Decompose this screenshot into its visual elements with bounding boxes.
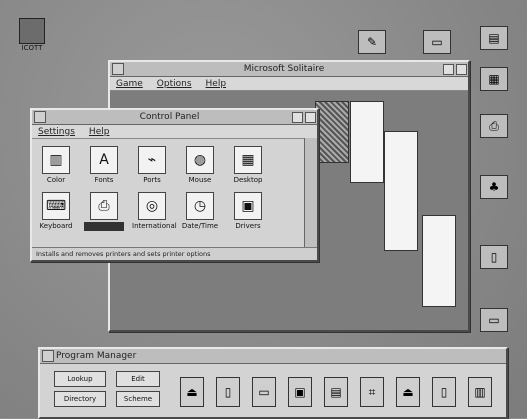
document-icon[interactable]: ▯ (216, 377, 240, 407)
eject-icon[interactable]: ⏏ (180, 377, 204, 407)
deck-card[interactable] (315, 101, 349, 163)
chart-icon[interactable]: ▤ (324, 377, 348, 407)
minimize-icon[interactable] (292, 111, 303, 123)
image-icon[interactable]: ▣ (288, 377, 312, 407)
program-icon (19, 18, 45, 44)
scheme-button[interactable]: Scheme (116, 391, 160, 407)
solitaire-titlebar[interactable]: Microsoft Solitaire (110, 62, 468, 77)
control-panel-menubar: Settings Help (32, 125, 317, 139)
menu-help[interactable]: Help (206, 79, 227, 89)
minimize-icon[interactable] (443, 63, 454, 75)
international-icon: ◎ (138, 192, 166, 220)
tableau-card[interactable] (350, 101, 384, 183)
window-icon[interactable]: ▭ (480, 308, 508, 332)
cp-item-fonts[interactable]: A Fonts (84, 146, 124, 184)
menu-help[interactable]: Help (89, 127, 110, 137)
system-menu-icon[interactable] (42, 350, 54, 362)
control-panel-items: ▥ Color A Fonts ⌁ Ports ◍ Mouse ▦ Deskto… (32, 140, 303, 248)
file-icon[interactable]: ▯ (480, 245, 508, 269)
cp-item-mouse[interactable]: ◍ Mouse (180, 146, 220, 184)
tool-icon[interactable]: ⌗ (360, 377, 384, 407)
top-left-desktop-icon[interactable]: ICOTT (18, 18, 46, 56)
solitaire-title: Microsoft Solitaire (243, 64, 325, 74)
cp-item-printers[interactable]: ⎙ (84, 192, 124, 231)
cp-item-datetime[interactable]: ◷ Date/Time (180, 192, 220, 230)
cp-item-desktop[interactable]: ▦ Desktop (228, 146, 268, 184)
menu-settings[interactable]: Settings (38, 127, 75, 137)
folder-icon[interactable]: ▭ (423, 30, 451, 54)
menu-game[interactable]: Game (116, 79, 143, 89)
cp-item-ports[interactable]: ⌁ Ports (132, 146, 172, 184)
program-manager-window: Program Manager Lookup Edit Directory Sc… (38, 347, 508, 419)
edit-button[interactable]: Edit (116, 371, 160, 387)
printer-icon[interactable]: ⎙ (480, 114, 508, 138)
vertical-scrollbar[interactable] (304, 138, 317, 248)
ports-icon: ⌁ (138, 146, 166, 174)
control-panel-titlebar[interactable]: Control Panel (32, 110, 317, 125)
tableau-card[interactable] (422, 215, 456, 307)
drivers-icon: ▣ (234, 192, 262, 220)
upload-icon[interactable]: ⏏ (396, 377, 420, 407)
keyboard-icon: ⌨ (42, 192, 70, 220)
lookup-button[interactable]: Lookup (54, 371, 106, 387)
status-bar: Installs and removes printers and sets p… (32, 247, 317, 260)
cp-item-keyboard[interactable]: ⌨ Keyboard (36, 192, 76, 230)
solitaire-menubar: Game Options Help (110, 77, 468, 91)
system-menu-icon[interactable] (34, 111, 46, 123)
calculator-icon[interactable]: ▦ (480, 67, 508, 91)
cp-item-international[interactable]: ◎ International (132, 192, 177, 230)
program-manager-title: Program Manager (56, 351, 137, 361)
card-icon[interactable]: ♣ (480, 175, 508, 199)
desktop-icon: ▦ (234, 146, 262, 174)
maximize-icon[interactable] (305, 111, 316, 123)
control-panel-window: Control Panel Settings Help ▥ Color A Fo… (30, 108, 319, 262)
fonts-icon: A (90, 146, 118, 174)
mouse-icon: ◍ (186, 146, 214, 174)
monitor-icon[interactable]: ▭ (252, 377, 276, 407)
datetime-icon: ◷ (186, 192, 214, 220)
paint-icon[interactable]: ✎ (358, 30, 386, 54)
cp-item-color[interactable]: ▥ Color (36, 146, 76, 184)
tableau-card[interactable] (384, 131, 418, 251)
panel-icon[interactable]: ▥ (468, 377, 492, 407)
cp-item-drivers[interactable]: ▣ Drivers (228, 192, 268, 230)
notepad-icon[interactable]: ▤ (480, 26, 508, 50)
printers-icon: ⎙ (90, 192, 118, 220)
file-icon[interactable]: ▯ (432, 377, 456, 407)
menu-options[interactable]: Options (157, 79, 192, 89)
maximize-icon[interactable] (456, 63, 467, 75)
color-icon: ▥ (42, 146, 70, 174)
directory-button[interactable]: Directory (54, 391, 106, 407)
control-panel-title: Control Panel (139, 112, 200, 122)
system-menu-icon[interactable] (112, 63, 124, 75)
program-manager-titlebar[interactable]: Program Manager (40, 349, 506, 364)
top-left-icon-label: ICOTT (21, 44, 43, 52)
